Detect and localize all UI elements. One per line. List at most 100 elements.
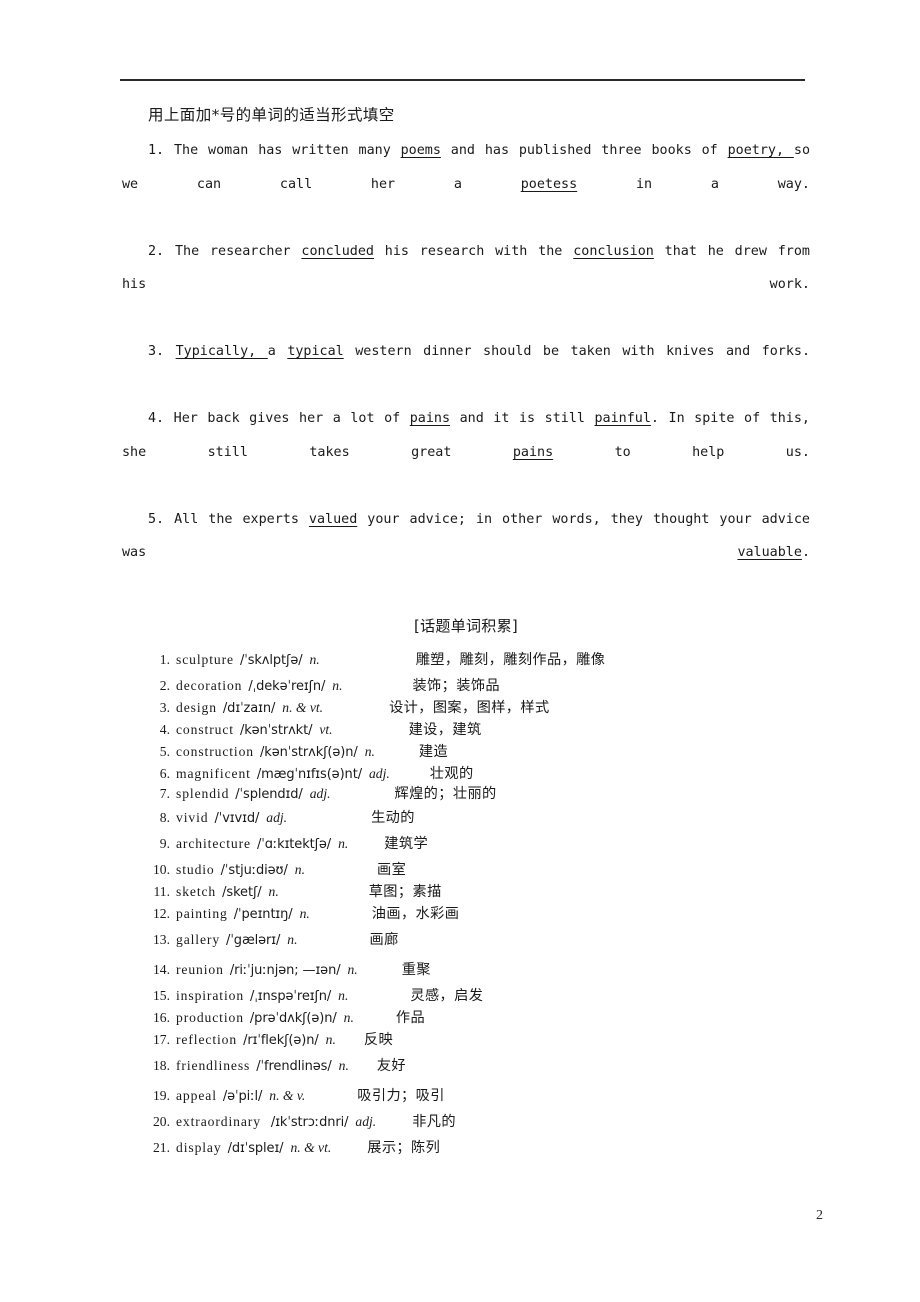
exercise-text: his research with the (373, 243, 574, 259)
exercise-answer-blank: concluded (301, 243, 374, 259)
vocabulary-entry-word: appeal (176, 1088, 217, 1103)
vocabulary-entry-word: construct (176, 722, 234, 737)
vocabulary-entry-part-of-speech: n. (347, 962, 358, 977)
exercise-answer-blank: poetess (520, 176, 578, 192)
vocabulary-entry-part-of-speech: n. & vt. (290, 1140, 332, 1155)
vocabulary-entry-part-of-speech: n. (287, 932, 298, 947)
vocabulary-entry-part-of-speech: vt. (319, 722, 333, 737)
vocabulary-entry-word: painting (176, 906, 228, 921)
vocabulary-entry-part-of-speech: n. (325, 1032, 336, 1047)
vocabulary-entry-word: display (176, 1140, 222, 1155)
vocabulary-entry-word: friendliness (176, 1058, 251, 1073)
vocabulary-section-title: [话题单词积累] (413, 617, 519, 635)
exercise-item: 1. The woman has written many poems and … (122, 134, 810, 235)
vocabulary-entry-pronunciation: /ˈɑːkɪtektʃə/ (256, 837, 332, 852)
header-divider-rule (120, 79, 805, 81)
vocabulary-entry-part-of-speech: n. (268, 884, 279, 899)
vocabulary-entry: 15. inspiration/ˌɪnspəˈreɪʃn/n. 灵感，启发 (122, 985, 810, 1005)
vocabulary-entry-pronunciation: /prəˈdʌkʃ(ə)n/ (249, 1011, 337, 1026)
vocabulary-entry: 8. vivid/ˈvɪvɪd/adj. 生动的 (122, 807, 810, 827)
exercise-text: All the experts (174, 511, 309, 527)
document-page: 用上面加*号的单词的适当形式填空 1. The woman has writte… (0, 0, 920, 1302)
exercise-item: 4. Her back gives her a lot of pains and… (122, 402, 810, 503)
vocabulary-entry: 12. painting/ˈpeɪntɪŋ/n. 油画，水彩画 (122, 903, 810, 923)
vocabulary-entry-pronunciation: /dɪˈspleɪ/ (227, 1141, 284, 1156)
exercise-answer-blank: painful (594, 411, 651, 426)
vocabulary-entry-number: 8. (159, 810, 170, 825)
vocabulary-entry-number: 17. (153, 1032, 170, 1047)
exercise-text: The researcher (174, 243, 302, 259)
vocabulary-entry-part-of-speech: n. (294, 862, 305, 877)
vocabulary-entry-word: splendid (176, 786, 230, 801)
exercise-text: a (267, 344, 288, 359)
vocabulary-entry-gloss: 装饰；装饰品 (412, 678, 500, 694)
vocabulary-entry-word: reflection (176, 1032, 238, 1047)
vocabulary-entry-gloss: 草图；素描 (368, 884, 442, 900)
exercise-answer-blank: valued (308, 511, 358, 527)
vocabulary-entry: 17. reflection/rɪˈflekʃ(ə)n/n. 反映 (122, 1029, 810, 1049)
vocabulary-entry-word: reunion (176, 962, 224, 977)
vocabulary-entry-word: sculpture (176, 652, 234, 667)
vocabulary-entry-gloss: 重聚 (401, 962, 431, 978)
exercise-answer-blank: Typically, (175, 344, 268, 359)
exercise-answer-blank: poetry, (727, 143, 794, 158)
vocabulary-entry: 13. gallery/ˈgælərɪ/n. 画廊 (122, 929, 810, 949)
exercise-text: The woman has written many (173, 143, 401, 158)
vocabulary-entry-pronunciation: /ˈfrendlinəs/ (256, 1059, 332, 1074)
vocabulary-entry-gloss: 画室 (376, 862, 407, 878)
vocabulary-entry: 7. splendid/ˈsplendɪd/adj. 辉煌的；壮丽的 (122, 783, 810, 803)
vocabulary-entry: 9. architecture/ˈɑːkɪtektʃə/n. 建筑学 (122, 833, 810, 853)
vocabulary-entry-part-of-speech: n. (309, 652, 320, 667)
vocabulary-entry-part-of-speech: n. & vt. (282, 700, 324, 715)
vocabulary-entry-number: 21. (153, 1140, 170, 1155)
vocabulary-entry-part-of-speech: n. (299, 906, 310, 921)
vocabulary-entry-number: 2. (159, 678, 170, 693)
vocabulary-entry-part-of-speech: n. (364, 744, 375, 759)
exercise-text: western dinner should be taken with kniv… (343, 344, 811, 359)
vocabulary-entry-part-of-speech: adj. (266, 810, 288, 825)
vocabulary-entry: 21. display/dɪˈspleɪ/n. & vt. 展示；陈列 (122, 1137, 810, 1157)
vocabulary-entry-number: 18. (153, 1058, 170, 1073)
exercise-text: and it is still (450, 411, 595, 426)
exercise-text: Her back gives her a lot of (173, 411, 410, 426)
exercise-sentence-list: 1. The woman has written many poems and … (122, 134, 810, 603)
vocabulary-entry-gloss: 建造 (418, 744, 449, 760)
exercise-item-number: 1. (148, 143, 165, 158)
vocabulary-entry: 6. magnificent/mægˈnɪfɪs(ə)nt/adj. 壮观的 (122, 763, 810, 783)
vocabulary-entry-number: 14. (153, 962, 170, 977)
vocabulary-entry-gloss: 设计，图案，图样，样式 (389, 700, 550, 716)
vocabulary-entry-pronunciation: /ˈstjuːdiəʊ/ (220, 863, 288, 878)
vocabulary-entry: 1. sculpture/ˈskʌlptʃə/n. 雕塑，雕刻，雕刻作品，雕像 (122, 649, 810, 669)
vocabulary-entry-pronunciation: /ˈgælərɪ/ (226, 933, 281, 948)
vocabulary-entry-word: production (176, 1010, 244, 1025)
vocabulary-entry-word: magnificent (176, 766, 251, 781)
vocabulary-entry-word: construction (176, 744, 254, 759)
vocabulary-entry-part-of-speech: n. & v. (269, 1088, 306, 1103)
exercise-item-number: 3. (148, 344, 165, 359)
vocabulary-entry: 5. construction/kənˈstrʌkʃ(ə)n/n. 建造 (122, 741, 810, 761)
vocabulary-entry: 18. friendliness/ˈfrendlinəs/n. 友好 (122, 1055, 810, 1075)
vocabulary-entry-number: 19. (153, 1088, 170, 1103)
vocabulary-entry-gloss: 画廊 (369, 932, 399, 948)
vocabulary-entry-number: 3. (159, 700, 170, 715)
vocabulary-entry: 10. studio/ˈstjuːdiəʊ/n. 画室 (122, 859, 810, 879)
exercise-heading: 用上面加*号的单词的适当形式填空 (148, 106, 395, 124)
vocabulary-entry-word: decoration (176, 678, 243, 693)
vocabulary-entry-part-of-speech: n. (338, 1058, 349, 1073)
vocabulary-entry: 20. extraordinary/ɪkˈstrɔːdnri/adj. 非凡的 (122, 1111, 810, 1131)
vocabulary-entry-pronunciation: /mægˈnɪfɪs(ə)nt/ (256, 767, 362, 782)
vocabulary-entry-number: 1. (159, 652, 170, 667)
vocabulary-entry-number: 11. (153, 884, 171, 899)
vocabulary-entry-word: inspiration (176, 988, 245, 1003)
vocabulary-entry-word: vivid (176, 810, 209, 825)
exercise-item-number: 4. (148, 411, 165, 426)
vocabulary-entry-gloss: 反映 (363, 1032, 394, 1048)
vocabulary-entry: 16. production/prəˈdʌkʃ(ə)n/n. 作品 (122, 1007, 810, 1027)
vocabulary-entry-gloss: 生动的 (371, 810, 415, 826)
vocabulary-entry: 4. construct/kənˈstrʌkt/vt. 建设，建筑 (122, 719, 810, 739)
exercise-text: to help us. (553, 444, 810, 460)
exercise-text: and has published three books of (440, 143, 728, 158)
vocabulary-entry-gloss: 辉煌的；壮丽的 (394, 786, 497, 802)
exercise-item: 3. Typically, a typical western dinner s… (122, 335, 810, 402)
vocabulary-entry-pronunciation: /ˌɪnspəˈreɪʃn/ (250, 989, 332, 1004)
